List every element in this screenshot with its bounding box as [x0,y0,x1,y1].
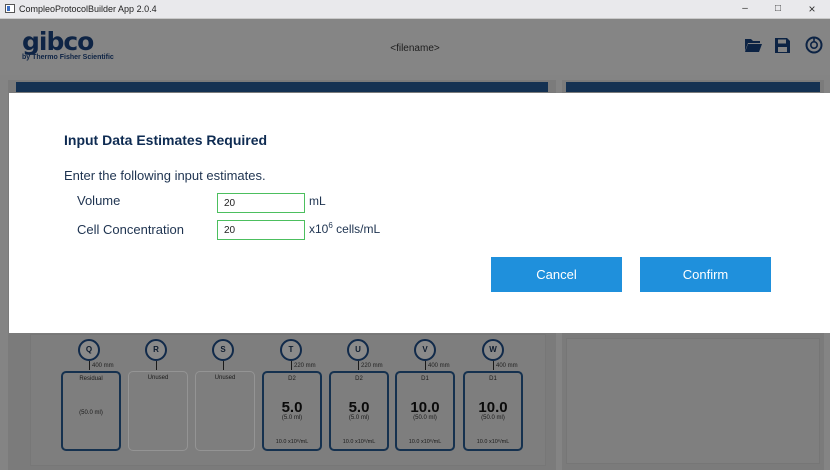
bag-name: D1 [421,376,429,382]
bag-d2[interactable]: D2 5.0 (5.0 ml) 10.0 x10⁶/mL [262,371,322,451]
tube-line [291,361,292,370]
cell-concentration-input[interactable] [217,220,305,240]
file-name: <filename> [390,43,440,54]
tube-line [358,361,359,370]
tube-line [89,361,90,370]
bag-capacity: (50.0 ml) [481,415,505,421]
bag-volume: 5.0 [281,399,303,416]
tube-length: 220 mm [294,363,316,369]
bag-d1[interactable]: D1 10.0 (50.0 ml) 10.0 x10⁶/mL [463,371,523,451]
bag-name: Residual [79,376,103,382]
maximize-button[interactable]: □ [765,0,791,18]
tube-length: 400 mm [428,363,450,369]
port-circle: W [482,339,504,361]
bag-concentration: 10.0 x10⁶/mL [342,439,376,445]
unit-prefix: x10 [309,222,329,236]
bag-volume: 10.0 [410,399,440,416]
confirm-button[interactable]: Confirm [640,257,771,292]
port-circle: V [414,339,436,361]
bag-capacity: (5.0 ml) [348,415,370,421]
bag-name: D1 [489,376,497,382]
dialog-instruction: Enter the following input estimates. [64,168,266,183]
input-estimates-dialog: Input Data Estimates Required Enter the … [9,93,830,333]
bag-volume: 10.0 [478,399,508,416]
tube-line [425,361,426,370]
tube-length: 220 mm [361,363,383,369]
volume-unit: mL [309,194,326,208]
volume-input[interactable] [217,193,305,213]
close-button[interactable]: × [799,0,825,18]
bag-residual[interactable]: Residual (50.0 ml) [61,371,121,451]
help-icon[interactable] [805,36,823,59]
bag-name: Unused [147,375,169,381]
tube-line [156,361,157,370]
right-panel-header [566,82,820,92]
bag-name: Unused [214,375,236,381]
bag-volume: 5.0 [348,399,370,416]
save-icon[interactable] [775,38,790,58]
bag-capacity: (50.0 ml) [413,415,437,421]
logo-subtitle: by Thermo Fisher Scientific [22,54,114,61]
left-panel-header [16,82,548,92]
volume-label: Volume [77,193,121,208]
right-panel-content [566,338,820,464]
bag-capacity: (50.0 ml) [79,410,103,416]
cell-concentration-unit: x106 cells/mL [309,221,380,236]
dialog-title: Input Data Estimates Required [64,132,268,148]
bag-concentration: 10.0 x10⁶/mL [275,439,309,445]
port-circle: S [212,339,234,361]
port-circle: R [145,339,167,361]
bag-name: D2 [288,376,296,382]
title-bar: CompleoProtocolBuilder App 2.0.4 – □ × [0,0,830,19]
tube-line [493,361,494,370]
bag-name: D2 [355,376,363,382]
tube-line [223,361,224,370]
app-header: gibco by Thermo Fisher Scientific <filen… [0,19,830,75]
port-circle: T [280,339,302,361]
bag-concentration: 10.0 x10⁶/mL [408,439,442,445]
tube-length: 400 mm [496,363,518,369]
app-icon [5,4,15,13]
bag-concentration: 10.0 x10⁶/mL [476,439,510,445]
folder-open-icon[interactable] [745,38,762,57]
bag-unused[interactable]: Unused [195,371,255,451]
cell-concentration-label: Cell Concentration [77,222,184,237]
bag-d1[interactable]: D1 10.0 (50.0 ml) 10.0 x10⁶/mL [395,371,455,451]
window-title: CompleoProtocolBuilder App 2.0.4 [19,4,157,14]
bag-unused[interactable]: Unused [128,371,188,451]
unit-suffix: cells/mL [332,222,381,236]
bag-tray: Q 400 mm Residual (50.0 ml) R Unused S U… [30,334,546,466]
minimize-button[interactable]: – [732,0,758,18]
bag-d2[interactable]: D2 5.0 (5.0 ml) 10.0 x10⁶/mL [329,371,389,451]
port-circle: Q [78,339,100,361]
port-circle: U [347,339,369,361]
cancel-button[interactable]: Cancel [491,257,622,292]
bag-capacity: (5.0 ml) [281,415,303,421]
tube-length: 400 mm [92,363,114,369]
